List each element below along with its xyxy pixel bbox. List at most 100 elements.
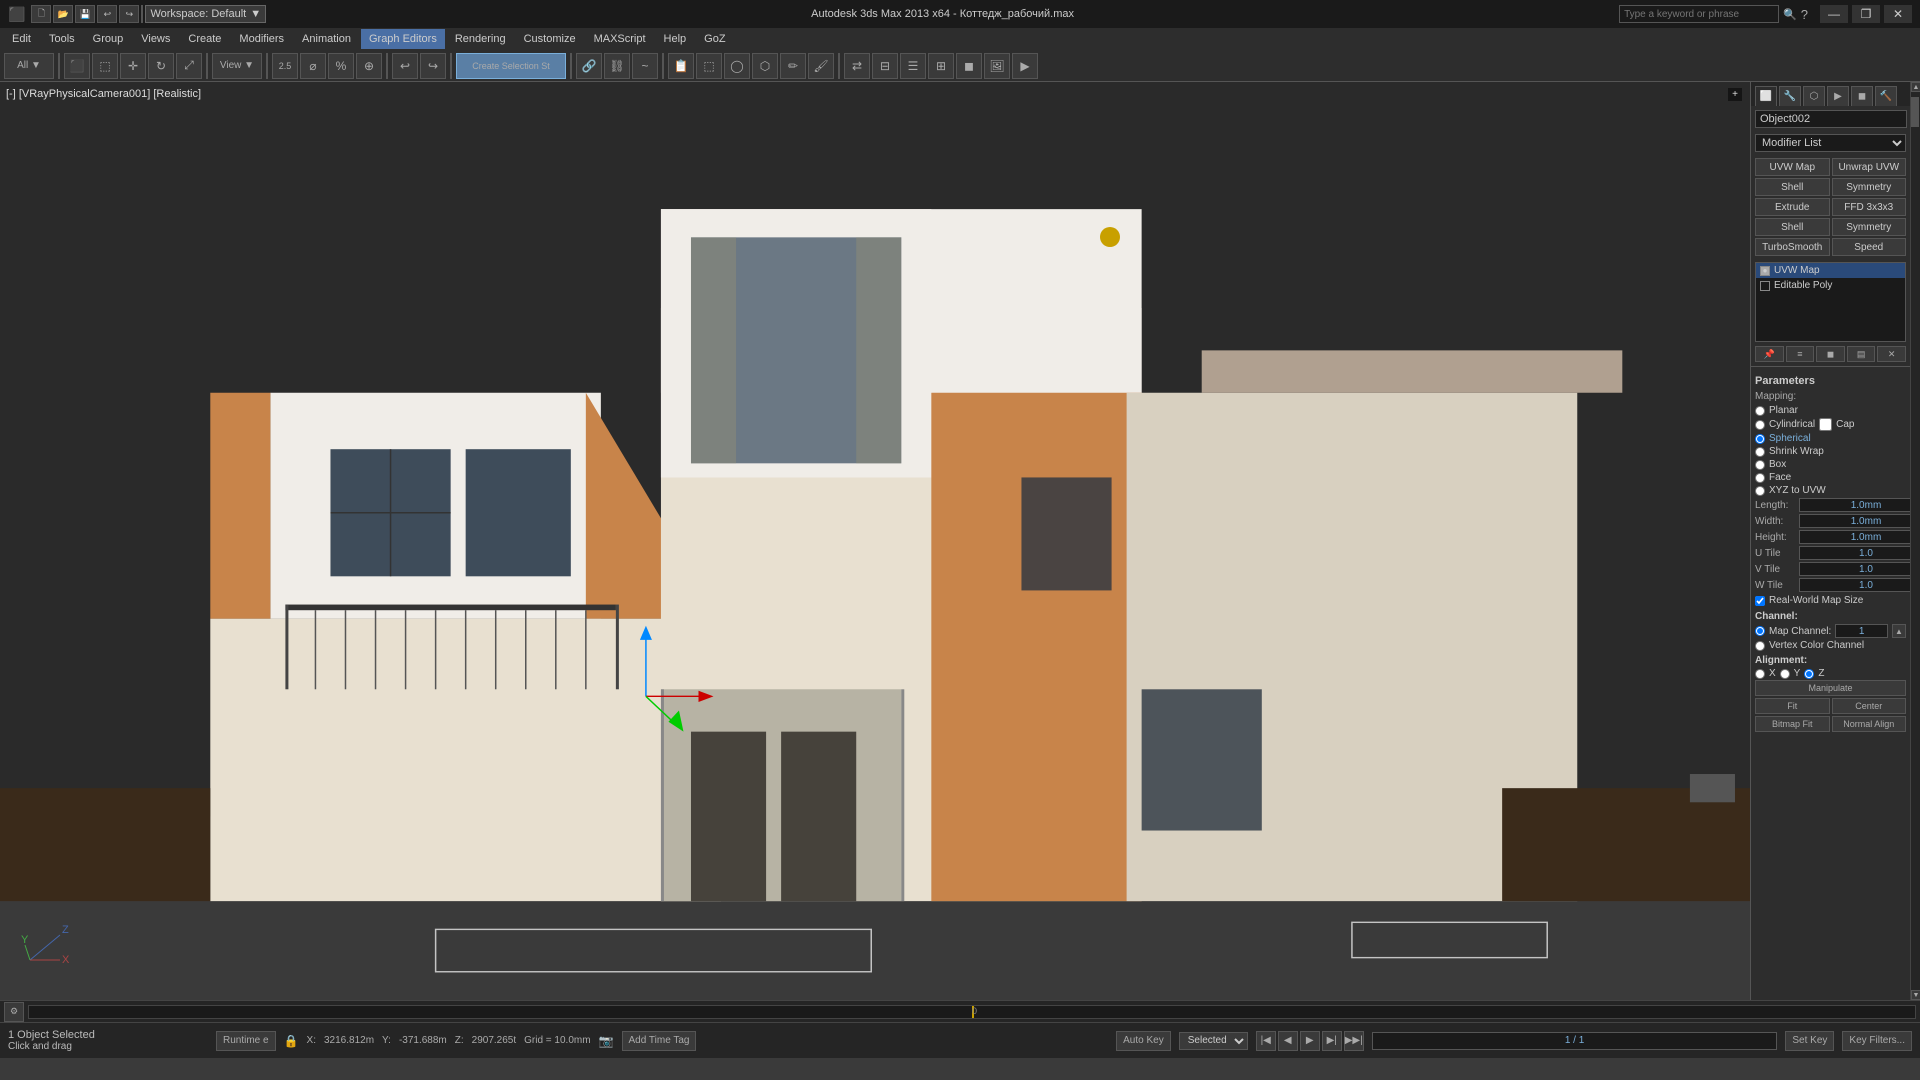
rect-sel-btn[interactable]: ⬚ <box>696 53 722 79</box>
mod-btn-shell-1[interactable]: Shell <box>1755 178 1830 196</box>
redo-btn[interactable]: ↪ <box>119 5 139 23</box>
create-selection-btn[interactable]: Create Selection St <box>456 53 566 79</box>
rotate-tool-btn[interactable]: ↻ <box>148 53 174 79</box>
mod-btn-speed[interactable]: Speed <box>1832 238 1907 256</box>
mapping-xyz-radio[interactable] <box>1755 486 1765 496</box>
tab-utilities[interactable]: 🔨 <box>1875 86 1897 106</box>
align-x-radio[interactable] <box>1755 669 1765 679</box>
mod-btn-shell-2[interactable]: Shell <box>1755 218 1830 236</box>
stack-pin-btn[interactable]: 📌 <box>1755 346 1784 362</box>
search-input[interactable] <box>1619 5 1779 23</box>
angle-snap-btn[interactable]: ⌀ <box>300 53 326 79</box>
selected-dropdown[interactable]: Selected <box>1179 1032 1248 1050</box>
close-button[interactable]: ✕ <box>1884 5 1912 23</box>
mod-btn-symmetry-2[interactable]: Symmetry <box>1832 218 1907 236</box>
select-filter-dropdown[interactable]: All ▼ <box>4 53 54 79</box>
menu-create[interactable]: Create <box>180 29 229 49</box>
center-btn[interactable]: Center <box>1832 698 1907 714</box>
tab-display[interactable]: ⬜ <box>1755 86 1777 106</box>
mapping-spherical-radio[interactable] <box>1755 434 1765 444</box>
restore-button[interactable]: ❐ <box>1852 5 1880 23</box>
length-input[interactable] <box>1799 498 1910 512</box>
go-start-btn[interactable]: |◀ <box>1256 1031 1276 1051</box>
add-time-tag-btn[interactable]: Add Time Tag <box>622 1031 697 1051</box>
width-input[interactable] <box>1799 514 1910 528</box>
mapping-cylindrical-radio[interactable] <box>1755 420 1765 430</box>
menu-maxscript[interactable]: MAXScript <box>586 29 654 49</box>
circ-sel-btn[interactable]: ◯ <box>724 53 750 79</box>
manipulate-btn[interactable]: Manipulate <box>1755 680 1906 696</box>
menu-modifiers[interactable]: Modifiers <box>231 29 292 49</box>
bind-space-warp-btn[interactable]: ~ <box>632 53 658 79</box>
mapping-shrinkwrap-radio[interactable] <box>1755 447 1765 457</box>
mod-btn-symmetry-1[interactable]: Symmetry <box>1832 178 1907 196</box>
auto-key-btn[interactable]: Auto Key <box>1116 1031 1171 1051</box>
unlink-btn[interactable]: ⛓ <box>604 53 630 79</box>
save-btn[interactable]: 💾 <box>75 5 95 23</box>
ref-coord-dropdown[interactable]: View ▼ <box>212 53 262 79</box>
mapping-box-radio[interactable] <box>1755 460 1765 470</box>
mod-btn-uww-map[interactable]: UVW Map <box>1755 158 1830 176</box>
tab-modify[interactable]: 🔧 <box>1779 86 1801 106</box>
v-tile-input[interactable] <box>1799 562 1910 576</box>
height-input[interactable] <box>1799 530 1910 544</box>
stack-bulb-uvw[interactable]: ● <box>1760 266 1770 276</box>
material-editor-btn[interactable]: ◼ <box>956 53 982 79</box>
scroll-down-arrow[interactable]: ▼ <box>1911 990 1920 1000</box>
stack-show-result-btn[interactable]: ▤ <box>1847 346 1876 362</box>
mirror-btn[interactable]: ⇄ <box>844 53 870 79</box>
menu-group[interactable]: Group <box>85 29 132 49</box>
schematic-btn[interactable]: ⊞ <box>928 53 954 79</box>
snap-2d-btn[interactable]: 2.5 <box>272 53 298 79</box>
menu-rendering[interactable]: Rendering <box>447 29 514 49</box>
paint-sel-btn[interactable]: 🖌 <box>808 53 834 79</box>
mapping-face-radio[interactable] <box>1755 473 1765 483</box>
align-z-radio[interactable] <box>1804 669 1814 679</box>
undo-scene-btn[interactable]: ↩ <box>392 53 418 79</box>
new-btn[interactable]: 🗋 <box>31 5 51 23</box>
play-btn[interactable]: ▶ <box>1300 1031 1320 1051</box>
stack-item-editable-poly[interactable]: Editable Poly <box>1756 278 1905 293</box>
workspace-dropdown[interactable]: Workspace: Default ▼ <box>145 5 266 23</box>
scroll-up-arrow[interactable]: ▲ <box>1911 82 1920 92</box>
render-setup-btn[interactable]: 🖼 <box>984 53 1010 79</box>
pct-snap-btn[interactable]: % <box>328 53 354 79</box>
normal-align-btn[interactable]: Normal Align <box>1832 716 1907 732</box>
stack-bulb-epoly[interactable] <box>1760 281 1770 291</box>
stack-delete-btn[interactable]: ✕ <box>1877 346 1906 362</box>
next-frame-btn[interactable]: ▶| <box>1322 1031 1342 1051</box>
open-btn[interactable]: 📂 <box>53 5 73 23</box>
map-channel-radio[interactable] <box>1755 626 1765 636</box>
align-btn[interactable]: ⊟ <box>872 53 898 79</box>
object-name-input[interactable] <box>1755 110 1907 128</box>
select-region-btn[interactable]: ⬚ <box>92 53 118 79</box>
menu-animation[interactable]: Animation <box>294 29 359 49</box>
real-world-checkbox[interactable] <box>1755 596 1765 606</box>
menu-graph-editors[interactable]: Graph Editors <box>361 29 445 49</box>
key-filters-btn[interactable]: Key Filters... <box>1842 1031 1912 1051</box>
stack-item-uvw-map[interactable]: ● UVW Map <box>1756 263 1905 278</box>
select-object-btn[interactable]: ⬛ <box>64 53 90 79</box>
frame-counter-input[interactable] <box>1372 1032 1778 1050</box>
bitmap-fit-btn[interactable]: Bitmap Fit <box>1755 716 1830 732</box>
fence-sel-btn[interactable]: ⬡ <box>752 53 778 79</box>
render-btn[interactable]: ▶ <box>1012 53 1038 79</box>
tab-motion[interactable]: ▶ <box>1827 86 1849 106</box>
menu-help[interactable]: Help <box>656 29 695 49</box>
fit-btn[interactable]: Fit <box>1755 698 1830 714</box>
viewport[interactable]: [-] [VRayPhysicalCamera001] [Realistic] <box>0 82 1750 1000</box>
timeline-bar[interactable]: 0 <box>28 1005 1916 1019</box>
w-tile-input[interactable] <box>1799 578 1910 592</box>
runtime-btn[interactable]: Runtime e <box>216 1031 276 1051</box>
mod-btn-turbosmooth[interactable]: TurboSmooth <box>1755 238 1830 256</box>
undo-btn[interactable]: ↩ <box>97 5 117 23</box>
menu-tools[interactable]: Tools <box>41 29 83 49</box>
map-channel-spinner[interactable]: ▲ <box>1892 624 1906 638</box>
menu-edit[interactable]: Edit <box>4 29 39 49</box>
cylindrical-cap-checkbox[interactable] <box>1819 418 1832 431</box>
move-tool-btn[interactable]: ✛ <box>120 53 146 79</box>
mod-btn-ffd3x3x3[interactable]: FFD 3x3x3 <box>1832 198 1907 216</box>
layer-mgr-btn[interactable]: ☰ <box>900 53 926 79</box>
menu-views[interactable]: Views <box>133 29 178 49</box>
stack-show-all-btn[interactable]: ◼ <box>1816 346 1845 362</box>
